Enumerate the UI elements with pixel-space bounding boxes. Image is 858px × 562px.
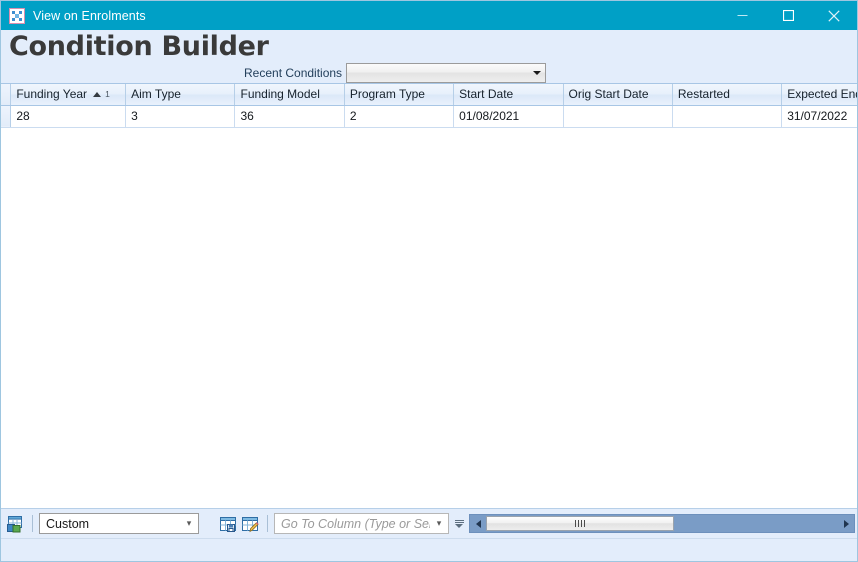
- minimize-icon[interactable]: [719, 1, 765, 30]
- column-header-funding-year[interactable]: Funding Year 1: [10, 84, 127, 106]
- table-cell[interactable]: 31/07/2022: [781, 105, 857, 128]
- scroll-left-arrow-icon[interactable]: [470, 515, 486, 532]
- window-controls: [719, 1, 857, 30]
- maximize-icon[interactable]: [765, 1, 811, 30]
- header-band: Condition Builder Recent Conditions Add …: [1, 30, 857, 108]
- table-cell[interactable]: [672, 105, 783, 128]
- column-header-orig-start-date[interactable]: Orig Start Date: [563, 84, 673, 106]
- status-strip: [1, 538, 857, 561]
- table-cell[interactable]: [563, 105, 673, 128]
- export-to-excel-icon[interactable]: [4, 513, 26, 534]
- column-header-start-date[interactable]: Start Date: [453, 84, 564, 106]
- results-grid: Funding Year 1 Aim Type Funding Model Progra…: [1, 83, 857, 508]
- edit-layout-icon[interactable]: [239, 513, 261, 534]
- goto-column-input[interactable]: Go To Column (Type or Select) ▾: [274, 513, 449, 534]
- page-title: Condition Builder: [9, 31, 269, 62]
- sort-order-index: 1: [105, 89, 110, 100]
- column-header-label: Funding Year: [16, 87, 88, 102]
- column-header-label: Start Date: [459, 87, 514, 102]
- column-header-label: Restarted: [677, 87, 730, 102]
- title-bar: View on Enrolments: [1, 1, 857, 30]
- table-cell[interactable]: 2: [344, 105, 455, 128]
- row-selector-gutter-header: [1, 84, 12, 106]
- sort-ascending-icon: [93, 91, 102, 97]
- table-row[interactable]: 28 3 36 2 01/08/2021 31/07/2022: [1, 105, 857, 128]
- column-header-label: Expected End D...: [787, 87, 857, 102]
- scrollbar-thumb[interactable]: [486, 516, 674, 531]
- splitter-handle-icon[interactable]: [453, 513, 465, 534]
- save-layout-icon[interactable]: [217, 513, 239, 534]
- application-window: View on Enrolments Condition Builder Rec…: [0, 0, 858, 562]
- scrollbar-track[interactable]: [674, 515, 838, 532]
- table-cell[interactable]: 36: [234, 105, 345, 128]
- goto-column-placeholder: Go To Column (Type or Select): [281, 516, 430, 531]
- recent-conditions-label: Recent Conditions: [244, 66, 343, 80]
- column-header-expected-end-d[interactable]: Expected End D...: [781, 84, 857, 106]
- horizontal-scrollbar[interactable]: [469, 514, 855, 533]
- column-header-label: Program Type: [349, 87, 425, 102]
- chevron-down-icon: ▾: [186, 518, 192, 528]
- table-header-row: Funding Year 1 Aim Type Funding Model Progra…: [1, 84, 857, 106]
- toolbar-separator: [267, 515, 268, 532]
- layout-preset-value: Custom: [46, 516, 90, 531]
- chevron-down-icon: [528, 71, 545, 75]
- column-header-program-type[interactable]: Program Type: [344, 84, 455, 106]
- table-cell[interactable]: 01/08/2021: [453, 105, 564, 128]
- toolbar-separator: [32, 515, 33, 532]
- column-header-label: Orig Start Date: [568, 87, 649, 102]
- column-header-label: Funding Model: [240, 87, 320, 102]
- column-header-aim-type[interactable]: Aim Type: [125, 84, 236, 106]
- table-cell[interactable]: 28: [10, 105, 127, 128]
- close-icon[interactable]: [811, 1, 857, 30]
- chevron-down-icon[interactable]: ▾: [430, 518, 448, 529]
- scroll-right-arrow-icon[interactable]: [838, 515, 854, 532]
- column-header-restarted[interactable]: Restarted: [672, 84, 783, 106]
- table-body: 28 3 36 2 01/08/2021 31/07/2022: [1, 105, 857, 128]
- scatter-grid-icon: [9, 7, 25, 24]
- bottom-toolbar: Custom ▾ Go To Column (Type or Sel ▾: [1, 508, 857, 538]
- row-selector-cell[interactable]: [1, 105, 12, 128]
- column-header-label: Aim Type: [131, 87, 181, 102]
- table-cell[interactable]: 3: [125, 105, 236, 128]
- recent-conditions-dropdown[interactable]: [346, 63, 546, 83]
- results-table: Funding Year 1 Aim Type Funding Model Progra…: [1, 84, 857, 128]
- column-header-funding-model[interactable]: Funding Model: [234, 84, 345, 106]
- window-title: View on Enrolments: [33, 8, 146, 23]
- layout-preset-dropdown[interactable]: Custom ▾: [39, 513, 199, 534]
